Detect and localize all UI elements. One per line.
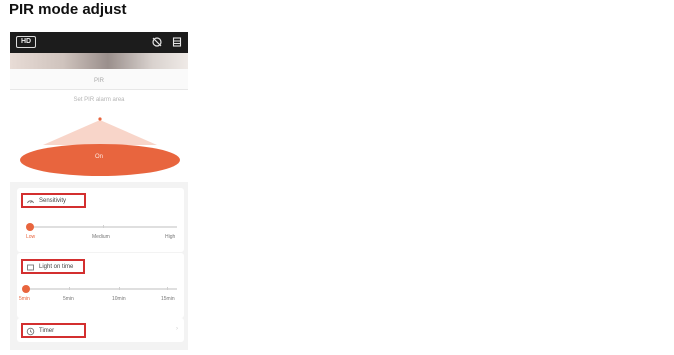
light-on-time-slider[interactable] — [25, 288, 177, 290]
light-on-time-slider-thumb[interactable] — [22, 285, 30, 293]
pir-area-toggle[interactable] — [20, 144, 180, 176]
hd-badge[interactable]: HD — [16, 36, 36, 48]
sensitivity-slider-thumb[interactable] — [26, 223, 34, 231]
camera-preview — [10, 53, 188, 69]
top-bar: HD — [10, 32, 188, 53]
timer-label: Timer — [39, 328, 55, 334]
sensitivity-level-high[interactable]: High — [165, 234, 175, 240]
page-title: PIR mode adjust — [9, 1, 127, 18]
light-level-2[interactable]: 5min — [63, 296, 74, 302]
pir-area-panel: Set PIR alarm area On — [10, 90, 188, 182]
pir-area-graphic — [20, 117, 180, 176]
slider-tick — [119, 287, 120, 290]
screen-header: PIR — [10, 69, 188, 90]
sensitivity-header: Sensitivity — [21, 193, 86, 208]
slider-tick — [69, 287, 70, 290]
sd-card-icon[interactable] — [171, 35, 183, 49]
light-on-time-card: Light on time 5min 5min 10min 15min — [17, 253, 184, 318]
screen-title: PIR — [93, 78, 104, 84]
sensitivity-icon — [27, 200, 34, 204]
timer-header[interactable]: Timer — [21, 323, 86, 338]
sensitivity-level-low[interactable]: Low — [26, 234, 35, 240]
clock-icon — [26, 327, 35, 336]
light-level-1[interactable]: 5min — [19, 296, 30, 302]
sensitivity-level-medium[interactable]: Medium — [92, 234, 110, 240]
light-icon — [27, 264, 34, 271]
light-level-3[interactable]: 10min — [112, 296, 126, 302]
sensitivity-label: Sensitivity — [39, 198, 67, 204]
timer-card[interactable]: Timer › — [17, 318, 184, 342]
slider-tick — [167, 287, 168, 290]
pir-toggle-label: On — [94, 154, 103, 160]
light-on-time-header: Light on time — [21, 259, 85, 274]
light-level-4[interactable]: 15min — [161, 296, 175, 302]
no-motion-icon[interactable] — [151, 35, 163, 49]
phone-screen: HD PIR Set PIR alarm area On Sensitivity… — [10, 32, 188, 350]
slider-tick — [103, 225, 104, 228]
sensitivity-card: Sensitivity Low Medium High — [17, 188, 184, 252]
light-on-time-label: Light on time — [39, 264, 74, 270]
chevron-right-icon: › — [176, 326, 178, 332]
